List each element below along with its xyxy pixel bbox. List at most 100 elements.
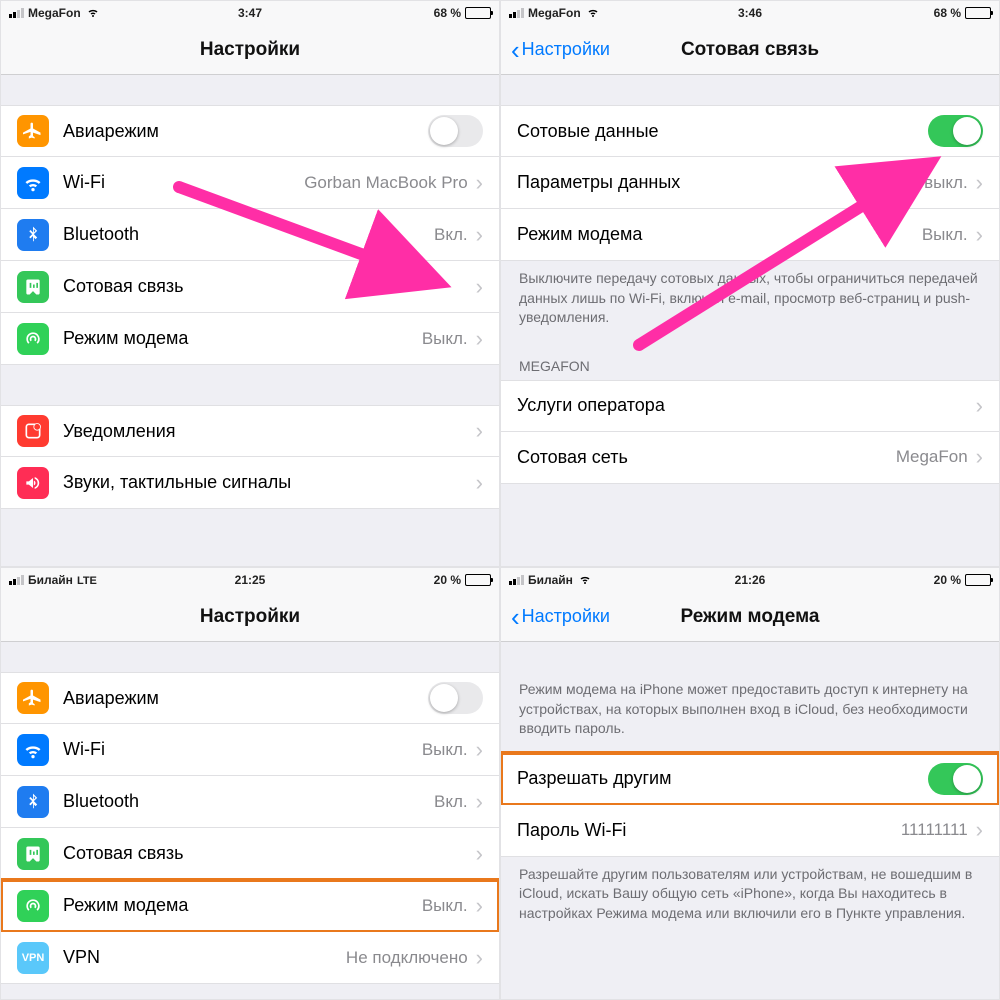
- network-icon: LTE: [77, 573, 97, 587]
- settings-row[interactable]: Режим модема Выкл.›: [501, 209, 999, 261]
- row-value: Вкл.: [434, 792, 468, 812]
- screenshot-pane: Билайн 21:26 20 % ‹Настройки Режим модем…: [500, 567, 1000, 1000]
- battery-pct: 20 %: [934, 573, 961, 587]
- nav-bar: ‹Настройки Режим модема: [501, 592, 999, 642]
- settings-row[interactable]: Сотовые данные: [501, 105, 999, 157]
- carrier-label: MegaFon: [528, 6, 581, 20]
- battery-pct: 20 %: [434, 573, 461, 587]
- signal-icon: [509, 575, 524, 585]
- toggle-switch[interactable]: [428, 682, 483, 714]
- section-footer: Выключите передачу сотовых данных, чтобы…: [501, 261, 999, 342]
- settings-row[interactable]: Wi-Fi Выкл.›: [1, 724, 499, 776]
- settings-row[interactable]: Уведомления ›: [1, 405, 499, 457]
- battery-icon: [465, 574, 491, 586]
- battery-icon: [965, 7, 991, 19]
- row-label: Сотовые данные: [517, 121, 928, 142]
- chevron-right-icon: ›: [976, 170, 983, 196]
- row-value: Роуминг выкл.: [854, 173, 967, 193]
- settings-row[interactable]: Wi-Fi Gorban MacBook Pro›: [1, 157, 499, 209]
- row-value: Вкл.: [434, 225, 468, 245]
- page-title: Сотовая связь: [681, 39, 819, 61]
- network-type: LTE: [77, 575, 97, 587]
- row-label: Уведомления: [63, 421, 476, 442]
- cellular-icon: [17, 838, 49, 870]
- nav-bar: Настройки: [1, 25, 499, 75]
- carrier-label: Билайн: [528, 573, 573, 587]
- row-label: Режим модема: [63, 895, 422, 916]
- settings-row[interactable]: Режим модема Выкл.›: [1, 313, 499, 365]
- row-label: Режим модема: [517, 224, 922, 245]
- clock: 3:46: [738, 6, 762, 20]
- settings-row[interactable]: Параметры данных Роуминг выкл.›: [501, 157, 999, 209]
- clock: 21:25: [235, 573, 266, 587]
- row-value: Выкл.: [422, 896, 468, 916]
- bluetooth-icon: [17, 219, 49, 251]
- hotspot-icon: [17, 890, 49, 922]
- settings-row[interactable]: VPN VPN Не подключено ›: [1, 932, 499, 984]
- network-icon: [577, 573, 593, 588]
- section-footer: Разрешайте другим пользователям или устр…: [501, 857, 999, 938]
- battery-pct: 68 %: [434, 6, 461, 20]
- settings-row[interactable]: Авиарежим: [1, 105, 499, 157]
- row-label: Пароль Wi-Fi: [517, 820, 901, 841]
- notifications-icon: [17, 415, 49, 447]
- chevron-right-icon: ›: [476, 841, 483, 867]
- chevron-right-icon: ›: [476, 470, 483, 496]
- chevron-right-icon: ›: [476, 170, 483, 196]
- settings-row[interactable]: Услуги оператора ›: [501, 380, 999, 432]
- hotspot-icon: [17, 323, 49, 355]
- row-value: Выкл.: [422, 329, 468, 349]
- status-bar: MegaFon 3:46 68 %: [501, 1, 999, 25]
- chevron-right-icon: ›: [476, 789, 483, 815]
- chevron-left-icon: ‹: [511, 604, 520, 630]
- back-label: Настройки: [522, 606, 610, 627]
- row-label: Сотовая связь: [63, 843, 476, 864]
- screenshot-pane: MegaFon 3:46 68 % ‹Настройки Сотовая свя…: [500, 0, 1000, 567]
- airplane-icon: [17, 115, 49, 147]
- section-description: Режим модема на iPhone может предоставит…: [501, 672, 999, 753]
- settings-row[interactable]: Bluetooth Вкл.›: [1, 776, 499, 828]
- network-icon: [85, 6, 101, 21]
- chevron-right-icon: ›: [476, 945, 483, 971]
- row-label: Сотовая сеть: [517, 447, 896, 468]
- row-label: VPN: [63, 947, 346, 968]
- settings-row[interactable]: Авиарежим: [1, 672, 499, 724]
- battery-pct: 68 %: [934, 6, 961, 20]
- row-label: Звуки, тактильные сигналы: [63, 472, 476, 493]
- toggle-switch[interactable]: [928, 115, 983, 147]
- chevron-right-icon: ›: [476, 326, 483, 352]
- settings-row[interactable]: Сотовая сеть MegaFon›: [501, 432, 999, 484]
- page-title: Настройки: [200, 39, 300, 61]
- row-value: Gorban MacBook Pro: [304, 173, 467, 193]
- status-bar: Билайн 21:26 20 %: [501, 568, 999, 592]
- back-button[interactable]: ‹Настройки: [511, 604, 610, 630]
- status-bar: MegaFon 3:47 68 %: [1, 1, 499, 25]
- sounds-icon: [17, 467, 49, 499]
- cellular-icon: [17, 271, 49, 303]
- row-value: Не подключено: [346, 948, 468, 968]
- settings-row[interactable]: Пароль Wi-Fi 11111111 ›: [501, 805, 999, 857]
- row-value: 11111111: [901, 820, 968, 840]
- signal-icon: [509, 8, 524, 18]
- carrier-label: Билайн: [28, 573, 73, 587]
- settings-row[interactable]: Режим модема Выкл.›: [1, 880, 499, 932]
- settings-row[interactable]: Разрешать другим: [501, 753, 999, 805]
- settings-row[interactable]: Сотовая связь ›: [1, 828, 499, 880]
- chevron-right-icon: ›: [976, 444, 983, 470]
- row-value: Выкл.: [422, 740, 468, 760]
- settings-row[interactable]: Сотовая связь ›: [1, 261, 499, 313]
- back-label: Настройки: [522, 39, 610, 60]
- settings-row[interactable]: Звуки, тактильные сигналы ›: [1, 457, 499, 509]
- chevron-right-icon: ›: [976, 817, 983, 843]
- settings-row[interactable]: Bluetooth Вкл.›: [1, 209, 499, 261]
- vpn-icon: VPN: [17, 942, 49, 974]
- toggle-switch[interactable]: [428, 115, 483, 147]
- carrier-label: MegaFon: [28, 6, 81, 20]
- row-label: Авиарежим: [63, 688, 428, 709]
- row-label: Услуги оператора: [517, 395, 976, 416]
- signal-icon: [9, 8, 24, 18]
- section-header: MEGAFON: [501, 342, 999, 380]
- row-label: Сотовая связь: [63, 276, 476, 297]
- back-button[interactable]: ‹Настройки: [511, 37, 610, 63]
- toggle-switch[interactable]: [928, 763, 983, 795]
